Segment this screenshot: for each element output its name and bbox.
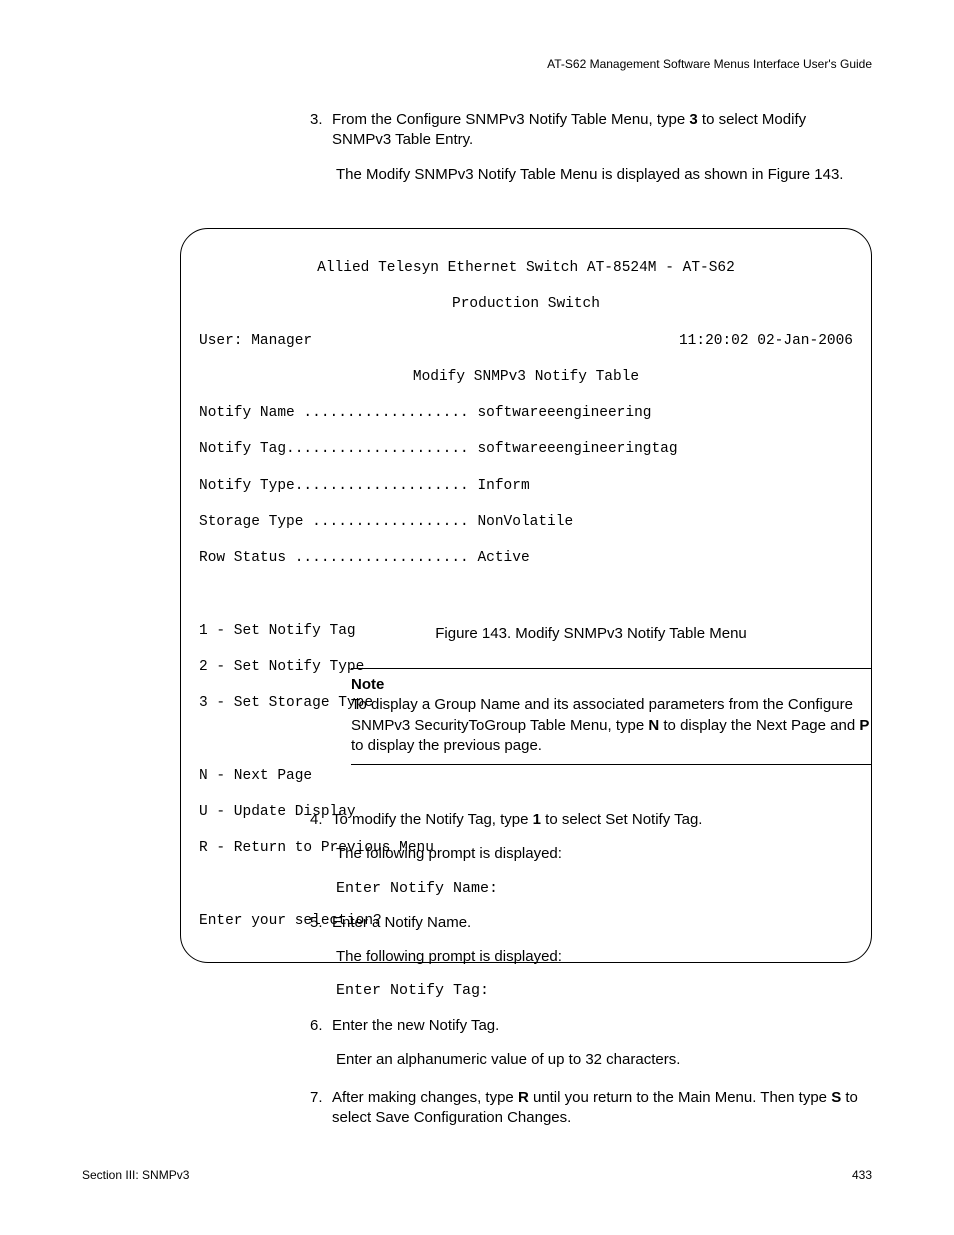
page-header: AT-S62 Management Software Menus Interfa… — [547, 57, 872, 71]
terminal-user-row: User: Manager11:20:02 02-Jan-2006 — [199, 332, 853, 350]
note-text: To display a Group Name and its associat… — [351, 695, 872, 756]
step-6: 6.Enter the new Notify Tag. Enter an alp… — [310, 1016, 872, 1071]
step-number: 3. — [310, 110, 332, 130]
code-prompt: Enter Notify Name: — [336, 879, 872, 899]
terminal-menu-title: Modify SNMPv3 Notify Table — [199, 368, 853, 386]
content-upper: 3.From the Configure SNMPv3 Notify Table… — [310, 110, 872, 199]
step-number: 4. — [310, 810, 332, 830]
step-number: 5. — [310, 913, 332, 933]
step-paragraph: The following prompt is displayed: — [336, 844, 872, 864]
step-text: To modify the Notify Tag, type 1 to sele… — [332, 810, 868, 830]
step-text: After making changes, type R until you r… — [332, 1088, 868, 1129]
step-paragraph: The Modify SNMPv3 Notify Table Menu is d… — [336, 165, 872, 185]
terminal-field: Notify Name ................... software… — [199, 404, 853, 422]
code-prompt: Enter Notify Tag: — [336, 981, 872, 1001]
step-number: 7. — [310, 1088, 332, 1108]
terminal-nav-item: N - Next Page — [199, 767, 853, 785]
note-box: Note To display a Group Name and its ass… — [351, 668, 872, 765]
figure-caption: Figure 143. Modify SNMPv3 Notify Table M… — [0, 625, 872, 642]
note-title: Note — [351, 675, 872, 695]
terminal-field: Notify Tag..................... software… — [199, 440, 853, 458]
step-7: 7.After making changes, type R until you… — [310, 1088, 872, 1129]
terminal-subtitle: Production Switch — [199, 295, 853, 313]
step-text: Enter the new Notify Tag. — [332, 1016, 868, 1036]
terminal-title: Allied Telesyn Ethernet Switch AT-8524M … — [199, 259, 853, 277]
terminal-field: Storage Type .................. NonVolat… — [199, 513, 853, 531]
step-text: Enter a Notify Name. — [332, 913, 868, 933]
footer-section: Section III: SNMPv3 — [82, 1168, 189, 1182]
terminal-field: Row Status .................... Active — [199, 549, 853, 567]
step-paragraph: The following prompt is displayed: — [336, 947, 872, 967]
step-3: 3.From the Configure SNMPv3 Notify Table… — [310, 110, 872, 185]
content-lower: 4.To modify the Notify Tag, type 1 to se… — [310, 810, 872, 1143]
step-5: 5.Enter a Notify Name. The following pro… — [310, 913, 872, 1002]
terminal-field: Notify Type.................... Inform — [199, 477, 853, 495]
step-number: 6. — [310, 1016, 332, 1036]
step-paragraph: Enter an alphanumeric value of up to 32 … — [336, 1050, 872, 1070]
step-text: From the Configure SNMPv3 Notify Table M… — [332, 110, 868, 151]
footer-page-number: 433 — [852, 1168, 872, 1182]
step-4: 4.To modify the Notify Tag, type 1 to se… — [310, 810, 872, 899]
